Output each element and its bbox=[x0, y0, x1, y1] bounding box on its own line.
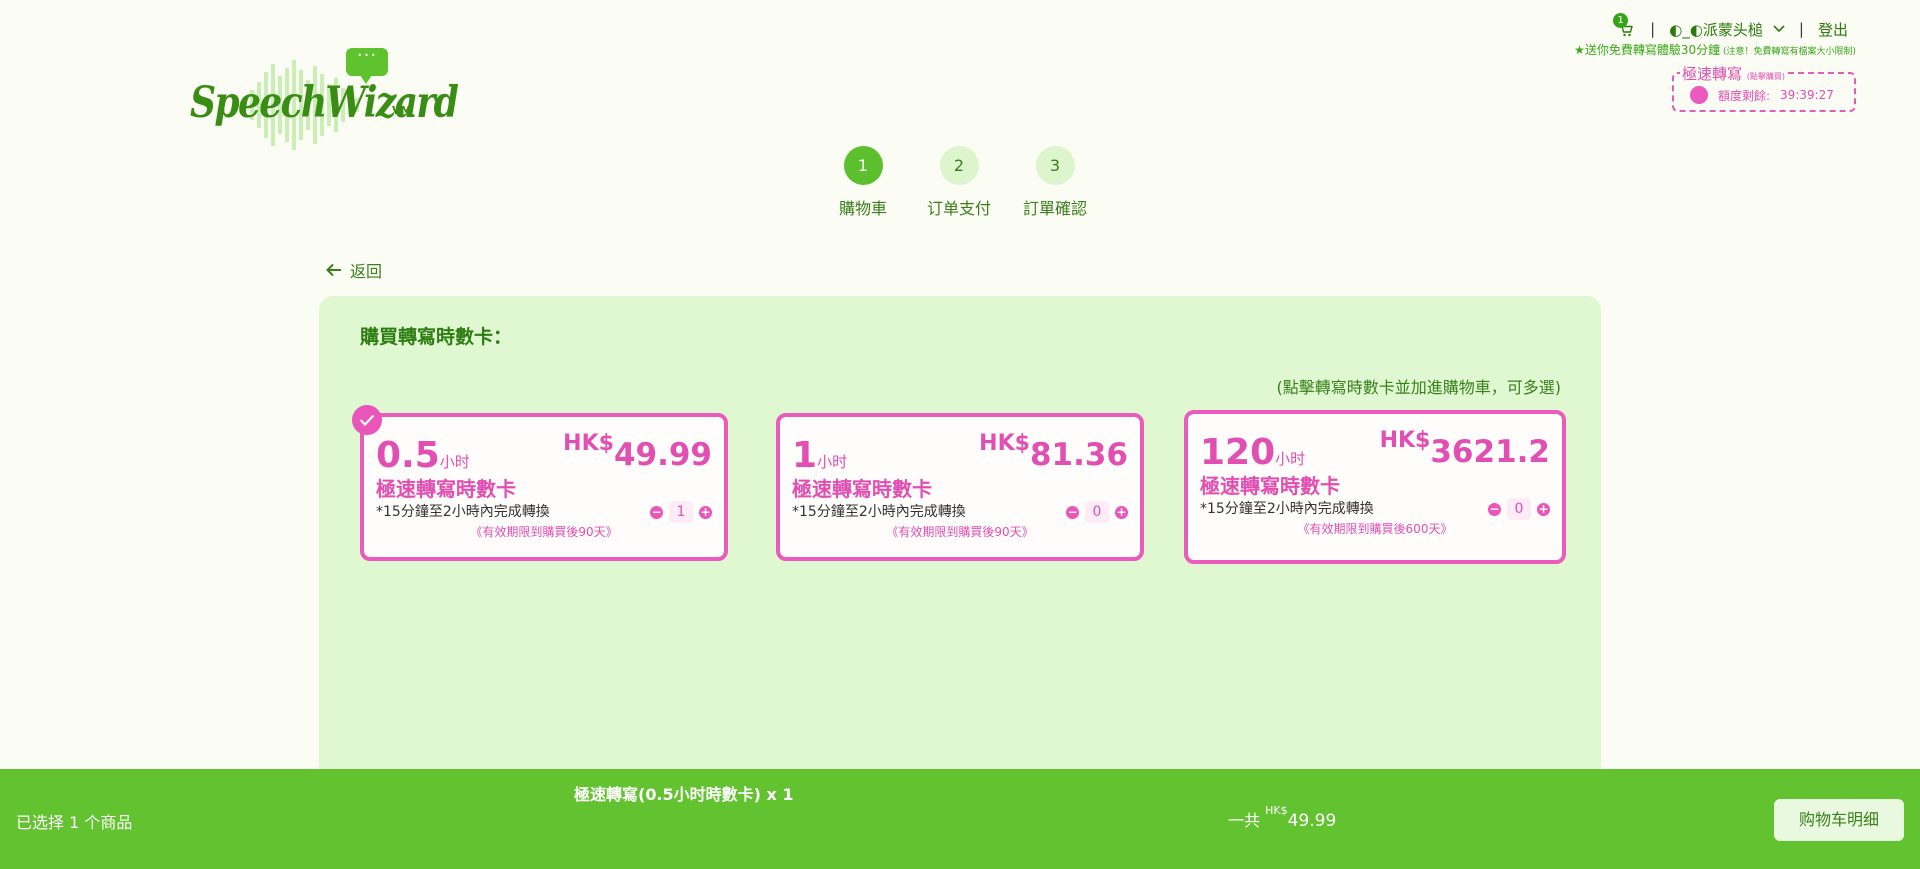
quota-box[interactable]: 極速轉寫 (點擊購買) 額度剩餘: 39:39:27 bbox=[1672, 63, 1856, 112]
price-currency: HK$ bbox=[979, 431, 1030, 456]
card-hours: 1小时 bbox=[792, 435, 847, 476]
step-cart: 1 購物車 bbox=[818, 146, 908, 219]
price-currency: HK$ bbox=[563, 431, 614, 456]
username: ◐_◐派蒙头槌 bbox=[1669, 20, 1763, 39]
card-description: *15分鐘至2小時內完成轉換 bbox=[1200, 501, 1374, 517]
quantity-value[interactable]: 0 bbox=[1085, 501, 1109, 523]
hours-unit: 小时 bbox=[439, 453, 470, 471]
panel-title: 購買轉寫時數卡： bbox=[360, 326, 513, 348]
card-hours: 0.5小时 bbox=[376, 435, 470, 476]
step-number: 1 bbox=[843, 146, 883, 185]
logout-link[interactable]: 登出 bbox=[1818, 19, 1848, 40]
card-hours-1[interactable]: 1小时 HK$81.36 極速轉寫時數卡 *15分鐘至2小時內完成轉換 − 0 … bbox=[776, 413, 1144, 561]
arrow-left-icon bbox=[326, 263, 341, 277]
price-amount: 49.99 bbox=[613, 437, 712, 473]
decrease-button[interactable]: − bbox=[1488, 502, 1501, 516]
quantity-stepper: − 1 + bbox=[650, 501, 712, 523]
user-menu[interactable]: ◐_◐派蒙头槌 bbox=[1669, 19, 1785, 40]
price-currency: HK$ bbox=[1379, 428, 1431, 453]
increase-button[interactable]: + bbox=[699, 505, 712, 519]
hours-unit: 小时 bbox=[1275, 450, 1306, 468]
card-price: HK$49.99 bbox=[563, 429, 712, 473]
total-currency: HK$ bbox=[1265, 804, 1288, 817]
decrease-button[interactable]: − bbox=[650, 505, 663, 519]
promo-note: (注意！免費轉寫有檔案大小限制) bbox=[1720, 47, 1856, 57]
cart-item-summary: 極速轉寫(0.5小时時數卡) x 1 bbox=[574, 785, 794, 804]
back-label: 返回 bbox=[350, 262, 383, 281]
step-label: 訂單確認 bbox=[1022, 199, 1087, 218]
card-validity: 《有效期限到購買後90天》 bbox=[470, 525, 618, 539]
hours-value: 0.5 bbox=[376, 435, 440, 476]
card-hours-120[interactable]: 120小时 HK$3621.2 極速轉寫時數卡 *15分鐘至2小時內完成轉換 −… bbox=[1184, 410, 1566, 564]
card-validity: 《有效期限到購買後600天》 bbox=[1297, 522, 1453, 536]
checkout-bar: 已选择 1 个商品 極速轉寫(0.5小时時數卡) x 1 一共 HK$49.99… bbox=[0, 769, 1920, 869]
chat-bubble-icon: ··· bbox=[346, 47, 388, 84]
hours-unit: 小时 bbox=[817, 453, 848, 471]
step-confirm: 3 訂單確認 bbox=[1010, 146, 1100, 219]
increase-button[interactable]: + bbox=[1115, 505, 1128, 519]
back-link[interactable]: 返回 bbox=[326, 258, 382, 282]
brand-wordmark: SpeechWizard bbox=[190, 78, 459, 128]
increase-button[interactable]: + bbox=[1537, 502, 1550, 516]
price-amount: 3621.2 bbox=[1430, 434, 1550, 470]
card-name: 極速轉寫時數卡 bbox=[1200, 474, 1340, 498]
check-icon bbox=[352, 405, 382, 435]
promo-text: ★送你免費轉寫體驗30分鐘 bbox=[1574, 43, 1721, 57]
quota-value: 39:39:27 bbox=[1780, 88, 1834, 102]
card-price: HK$81.36 bbox=[979, 429, 1128, 473]
hours-value: 1 bbox=[792, 435, 818, 476]
card-name: 極速轉寫時數卡 bbox=[792, 477, 932, 501]
hours-value: 120 bbox=[1200, 432, 1276, 473]
speechwizard-logo[interactable]: ··· SpeechWizard VM bbox=[190, 46, 459, 156]
cart-button[interactable]: 1 bbox=[1613, 13, 1636, 39]
card-validity: 《有效期限到購買後90天》 bbox=[886, 525, 1034, 539]
quota-remaining: 額度剩餘: 39:39:27 bbox=[1690, 86, 1834, 104]
quota-label: 額度剩餘: bbox=[1718, 88, 1771, 103]
price-amount: 81.36 bbox=[1029, 437, 1128, 473]
card-hours: 120小时 bbox=[1200, 432, 1305, 473]
nav-separator: | bbox=[1798, 20, 1804, 38]
quota-title: 極速轉寫 (點擊購買) bbox=[1680, 63, 1788, 84]
card-description: *15分鐘至2小時內完成轉換 bbox=[376, 504, 550, 520]
step-payment: 2 订单支付 bbox=[914, 146, 1004, 219]
selected-count: 已选择 1 个商品 bbox=[16, 813, 133, 832]
top-nav: 1 | ◐_◐派蒙头槌 | 登出 bbox=[1613, 13, 1848, 41]
brand-suffix: VM bbox=[392, 104, 412, 117]
cart-total: 一共 HK$49.99 bbox=[1228, 804, 1337, 831]
step-label: 購物車 bbox=[838, 199, 887, 218]
panel-hint: (點擊轉寫時數卡並加進購物車，可多選) bbox=[1276, 378, 1562, 397]
nav-separator: | bbox=[1650, 20, 1656, 38]
quantity-stepper: − 0 + bbox=[1066, 501, 1128, 523]
step-number: 2 bbox=[939, 146, 979, 185]
quota-title-text: 極速轉寫 bbox=[1682, 65, 1743, 83]
quantity-value[interactable]: 0 bbox=[1507, 498, 1531, 520]
step-number: 3 bbox=[1035, 146, 1075, 185]
chevron-down-icon bbox=[1773, 25, 1785, 33]
decrease-button[interactable]: − bbox=[1066, 505, 1079, 519]
step-label: 订单支付 bbox=[926, 199, 991, 218]
quantity-value[interactable]: 1 bbox=[669, 501, 693, 523]
total-amount: 49.99 bbox=[1287, 811, 1337, 831]
card-description: *15分鐘至2小時內完成轉換 bbox=[792, 504, 966, 520]
free-trial-promo: ★送你免費轉寫體驗30分鐘 (注意！免費轉寫有檔案大小限制) bbox=[1574, 41, 1856, 58]
card-price: HK$3621.2 bbox=[1379, 426, 1550, 470]
card-name: 極速轉寫時數卡 bbox=[376, 477, 516, 501]
quantity-stepper: − 0 + bbox=[1488, 498, 1550, 520]
quota-title-note: (點擊購買) bbox=[1746, 72, 1786, 81]
card-hours-0-5[interactable]: 0.5小时 HK$49.99 極速轉寫時數卡 *15分鐘至2小時內完成轉換 − … bbox=[352, 405, 728, 561]
total-prefix: 一共 bbox=[1228, 811, 1261, 830]
quota-status-icon bbox=[1690, 86, 1708, 104]
cart-detail-button[interactable]: 购物车明细 bbox=[1774, 799, 1904, 841]
